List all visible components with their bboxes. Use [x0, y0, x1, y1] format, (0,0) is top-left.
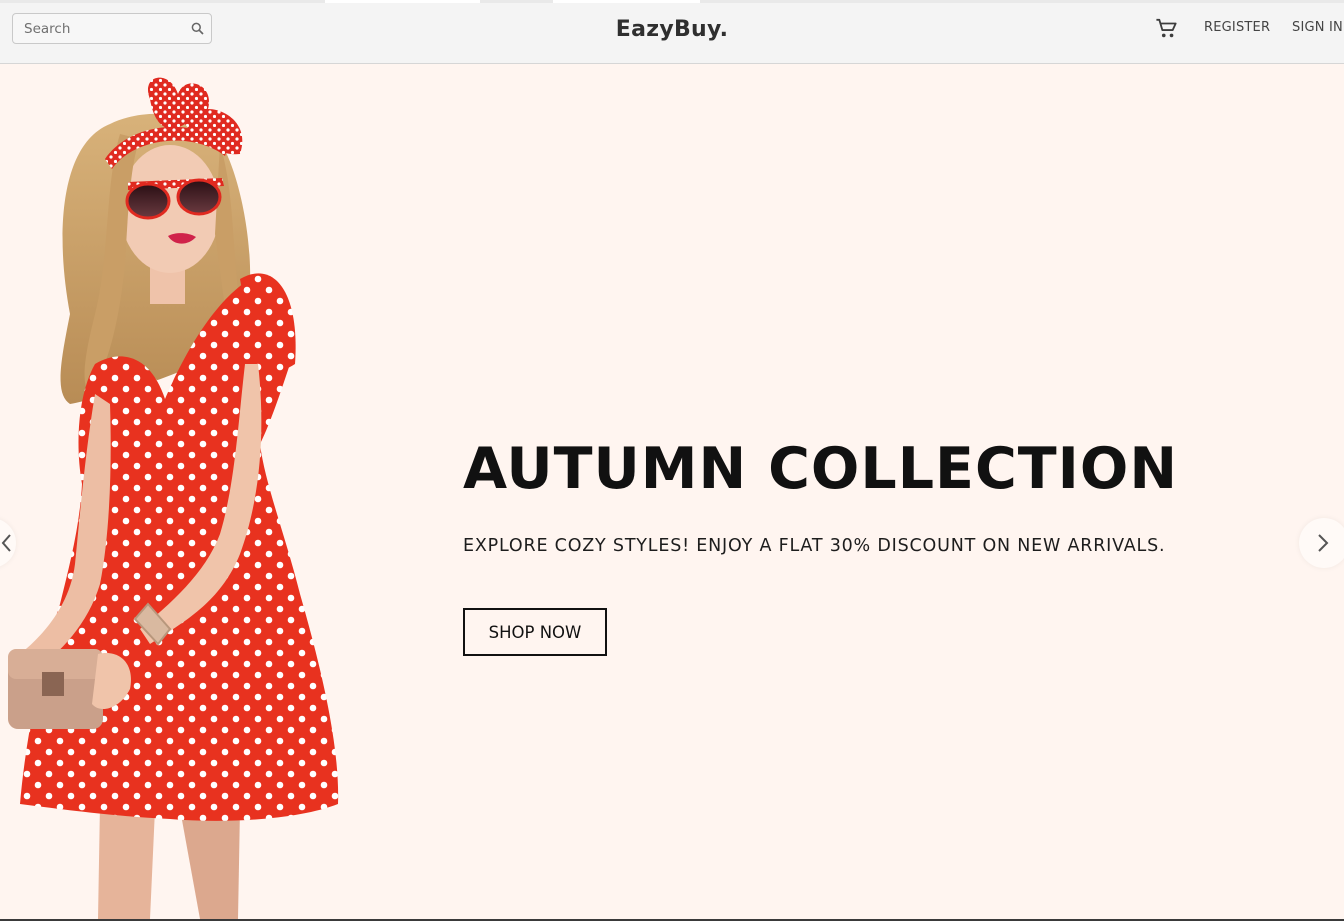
- search-input[interactable]: [13, 14, 183, 43]
- site-header: EazyBuy. REGISTER SIGN IN: [0, 3, 1344, 64]
- search-icon[interactable]: [191, 22, 204, 35]
- register-link[interactable]: REGISTER: [1204, 20, 1270, 35]
- hero-title: AUTUMN COLLECTION: [463, 436, 1179, 502]
- sign-in-link[interactable]: SIGN IN: [1292, 20, 1343, 35]
- hero-banner: AUTUMN COLLECTION EXPLORE COZY STYLES! E…: [0, 64, 1344, 919]
- carousel-next-button[interactable]: [1299, 518, 1344, 568]
- model-photo: [8, 77, 339, 919]
- cart-icon[interactable]: [1155, 18, 1178, 40]
- chevron-right-icon: [1318, 534, 1329, 552]
- chevron-left-icon: [1, 534, 11, 552]
- hero-subtitle: EXPLORE COZY STYLES! ENJOY A FLAT 30% DI…: [463, 536, 1166, 556]
- search-box[interactable]: [12, 13, 212, 44]
- carousel-prev-button[interactable]: [0, 518, 16, 568]
- site-logo[interactable]: EazyBuy.: [616, 17, 729, 42]
- shop-now-button[interactable]: SHOP NOW: [463, 608, 607, 656]
